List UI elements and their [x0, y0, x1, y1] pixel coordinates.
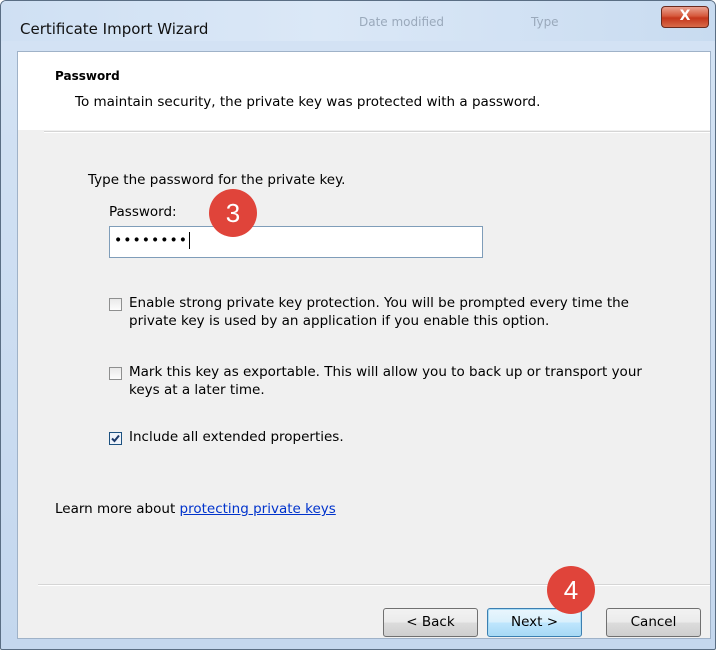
password-instruction: Type the password for the private key.	[88, 172, 346, 188]
protecting-private-keys-link[interactable]: protecting private keys	[180, 501, 336, 517]
header-divider	[44, 131, 710, 133]
cancel-button[interactable]: Cancel	[606, 608, 701, 637]
password-masked-value: ••••••••	[114, 232, 189, 249]
background-column-date-modified: Date modified	[359, 15, 445, 29]
step-4-badge: 4	[547, 566, 595, 614]
page-description: To maintain security, the private key wa…	[75, 94, 541, 110]
password-input[interactable]: ••••••••	[109, 226, 483, 258]
checkmark-icon	[111, 434, 120, 443]
step-3-badge: 3	[209, 189, 257, 237]
close-icon: X	[679, 8, 691, 24]
wizard-header: Password To maintain security, the priva…	[18, 52, 710, 130]
text-caret	[189, 232, 191, 249]
extended-properties-checkbox[interactable]	[109, 432, 122, 445]
exportable-label-line2[interactable]: keys at a later time.	[129, 382, 265, 398]
exportable-label-line1[interactable]: Mark this key as exportable. This will a…	[129, 364, 642, 380]
strong-protection-checkbox[interactable]	[109, 298, 122, 311]
background-column-type: Type	[531, 15, 559, 29]
page-title: Password	[55, 69, 120, 83]
certificate-import-wizard-window: Certificate Import Wizard Date modified …	[0, 0, 716, 650]
title-bar[interactable]: Certificate Import Wizard Date modified …	[1, 1, 715, 41]
footer-divider	[38, 584, 710, 586]
wizard-client-area: Password To maintain security, the priva…	[17, 51, 711, 639]
window-title: Certificate Import Wizard	[20, 20, 209, 38]
close-button[interactable]: X	[661, 6, 709, 28]
strong-protection-label-line2[interactable]: private key is used by an application if…	[129, 313, 549, 329]
extended-properties-label[interactable]: Include all extended properties.	[129, 429, 344, 445]
password-label: Password:	[109, 204, 177, 220]
back-button[interactable]: < Back	[383, 608, 478, 637]
learn-more-text: Learn more about protecting private keys	[55, 501, 336, 517]
learn-more-prefix: Learn more about	[55, 501, 180, 517]
strong-protection-label-line1[interactable]: Enable strong private key protection. Yo…	[129, 295, 629, 311]
exportable-checkbox[interactable]	[109, 367, 122, 380]
